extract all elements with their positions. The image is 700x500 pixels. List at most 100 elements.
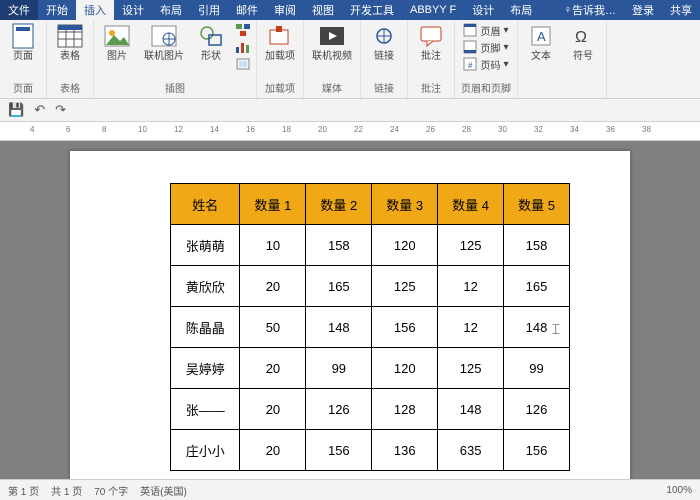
tab-developer[interactable]: 开发工具 [342, 0, 402, 20]
table-cell[interactable]: 庄小小 [171, 430, 240, 471]
ruler-mark: 8 [102, 125, 106, 134]
table-cell[interactable]: 20 [240, 389, 306, 430]
table-cell[interactable]: 吴婷婷 [171, 348, 240, 389]
footer-button[interactable]: 页脚 ▾ [463, 39, 508, 55]
table-header[interactable]: 数量 4 [438, 184, 504, 225]
link-button[interactable]: 链接 [367, 22, 401, 62]
table-cell[interactable]: 20 [240, 348, 306, 389]
table-cell[interactable]: 125 [438, 225, 504, 266]
table-cell[interactable]: 126 [504, 389, 570, 430]
table-cell[interactable]: 136 [372, 430, 438, 471]
table-header[interactable]: 数量 2 [306, 184, 372, 225]
table-header[interactable]: 数量 3 [372, 184, 438, 225]
tab-bar: 文件 开始 插入 设计 布局 引用 邮件 审阅 视图 开发工具 ABBYY F … [0, 0, 700, 20]
table-cell[interactable]: 148 [438, 389, 504, 430]
table-cell[interactable]: 158 [306, 225, 372, 266]
table-cell[interactable]: 165 [306, 266, 372, 307]
online-video-button[interactable]: 联机视频 [310, 22, 354, 62]
addins-icon [266, 22, 294, 50]
table-row[interactable]: 吴婷婷209912012599 [171, 348, 570, 389]
comment-button[interactable]: 批注 [414, 22, 448, 62]
table-cell[interactable]: 156 [306, 430, 372, 471]
tab-view[interactable]: 视图 [304, 0, 342, 20]
table-cell[interactable]: 156 [372, 307, 438, 348]
share-button[interactable]: 共享 [662, 0, 700, 20]
tab-layout[interactable]: 布局 [152, 0, 190, 20]
table-cell[interactable]: 陈晶晶 [171, 307, 240, 348]
link-icon [370, 22, 398, 50]
table-cell[interactable]: 20 [240, 430, 306, 471]
table-cell[interactable]: 黄欣欣 [171, 266, 240, 307]
table-row[interactable]: 张——20126128148126 [171, 389, 570, 430]
table-cell[interactable]: 张—— [171, 389, 240, 430]
text-cursor-icon: ⌶ [552, 321, 560, 338]
table-cell[interactable]: 99 [306, 348, 372, 389]
tell-me[interactable]: ♀ 告诉我… [556, 0, 624, 20]
table-row[interactable]: 黄欣欣2016512512165 [171, 266, 570, 307]
status-language[interactable]: 英语(美国) [140, 483, 187, 498]
tab-abbyy[interactable]: ABBYY F [402, 0, 464, 20]
login-button[interactable]: 登录 [624, 0, 662, 20]
tab-table-design[interactable]: 设计 [464, 0, 502, 20]
table-header[interactable]: 姓名 [171, 184, 240, 225]
tab-insert[interactable]: 插入 [76, 0, 114, 20]
tab-table-layout[interactable]: 布局 [502, 0, 540, 20]
table-cell[interactable]: 12 [438, 266, 504, 307]
table-cell[interactable]: 10 [240, 225, 306, 266]
table-row[interactable]: 陈晶晶5014815612148 [171, 307, 570, 348]
page-number-button[interactable]: #页码 ▾ [463, 56, 508, 72]
ruler[interactable]: 468101214161820222426283032343638 [0, 122, 700, 141]
document-area[interactable]: 姓名数量 1数量 2数量 3数量 4数量 5 张萌萌10158120125158… [0, 141, 700, 483]
ruler-mark: 12 [174, 125, 183, 134]
tab-references[interactable]: 引用 [190, 0, 228, 20]
tab-review[interactable]: 审阅 [266, 0, 304, 20]
table-cell[interactable]: 99 [504, 348, 570, 389]
table-cell[interactable]: 635 [438, 430, 504, 471]
table-button[interactable]: 表格 [53, 22, 87, 62]
table-cell[interactable]: 158 [504, 225, 570, 266]
tab-design[interactable]: 设计 [114, 0, 152, 20]
table-cell[interactable]: 156 [504, 430, 570, 471]
table-row[interactable]: 庄小小20156136635156 [171, 430, 570, 471]
picture-button[interactable]: 图片 [100, 22, 134, 62]
table-cell[interactable]: 张萌萌 [171, 225, 240, 266]
symbol-button[interactable]: Ω 符号 [566, 22, 600, 62]
table-cell[interactable]: 120 [372, 225, 438, 266]
table-cell[interactable]: 20 [240, 266, 306, 307]
smartart-button[interactable] [236, 22, 250, 38]
picture-icon [103, 22, 131, 50]
addins-button[interactable]: 加载项 [263, 22, 297, 62]
table-cell[interactable]: 125 [438, 348, 504, 389]
table-cell[interactable]: 126 [306, 389, 372, 430]
cover-page-button[interactable]: 页面 [6, 22, 40, 62]
group-addins: 加载项 [265, 80, 295, 96]
undo-button[interactable]: ↶ [34, 102, 45, 118]
svg-text:#: # [468, 61, 473, 70]
table-cell[interactable]: 148 [306, 307, 372, 348]
tab-home[interactable]: 开始 [38, 0, 76, 20]
header-button[interactable]: 页眉 ▾ [463, 22, 508, 38]
table-cell[interactable]: 125 [372, 266, 438, 307]
tab-mailings[interactable]: 邮件 [228, 0, 266, 20]
redo-button[interactable]: ↷ [55, 102, 66, 118]
textbox-button[interactable]: A 文本 [524, 22, 558, 62]
status-page[interactable]: 第 1 页 [8, 483, 39, 498]
tab-file[interactable]: 文件 [0, 0, 38, 20]
zoom-level[interactable]: 100% [666, 485, 692, 496]
table-header[interactable]: 数量 5 [504, 184, 570, 225]
table-cell[interactable]: 120 [372, 348, 438, 389]
shapes-button[interactable]: 形状 [194, 22, 228, 62]
online-picture-button[interactable]: 联机图片 [142, 22, 186, 62]
table-cell[interactable]: 50 [240, 307, 306, 348]
data-table[interactable]: 姓名数量 1数量 2数量 3数量 4数量 5 张萌萌10158120125158… [170, 183, 570, 471]
save-button[interactable]: 💾 [8, 102, 24, 118]
ruler-mark: 18 [282, 125, 291, 134]
chart-button[interactable] [236, 39, 250, 55]
table-header[interactable]: 数量 1 [240, 184, 306, 225]
table-cell[interactable]: 12 [438, 307, 504, 348]
table-row[interactable]: 张萌萌10158120125158 [171, 225, 570, 266]
table-cell[interactable]: 165 [504, 266, 570, 307]
status-word-count[interactable]: 70 个字 [94, 483, 128, 498]
screenshot-button[interactable] [236, 56, 250, 72]
table-cell[interactable]: 128 [372, 389, 438, 430]
